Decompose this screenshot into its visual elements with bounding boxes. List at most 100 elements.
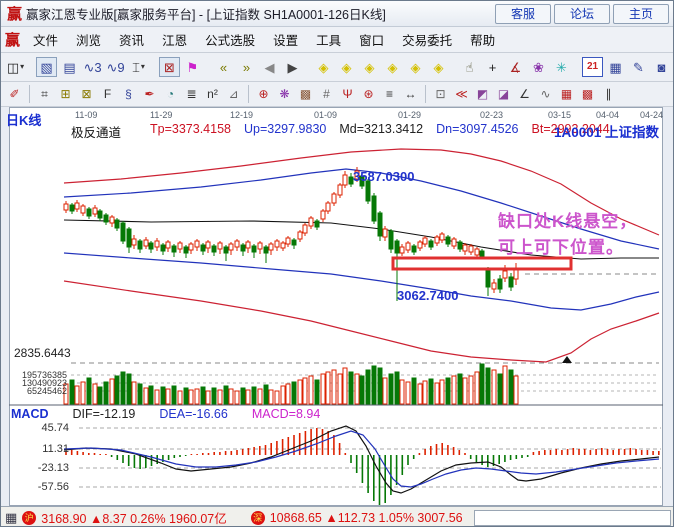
cycle-clock-icon[interactable]: ◔ (161, 85, 180, 103)
parallel-lines-icon[interactable]: ∥ (599, 85, 618, 103)
gann-diamond-star-icon[interactable]: ◈ (405, 57, 426, 77)
home-button[interactable]: 主页 (613, 4, 669, 24)
menu-item-9[interactable]: 帮助 (461, 27, 504, 52)
gann-grid-icon[interactable]: ⌗ (35, 85, 54, 103)
gold-grid-icon[interactable]: ⊞ (56, 85, 75, 103)
gann-diamond-cross-icon[interactable]: ◈ (428, 57, 449, 77)
formula-pick-icon[interactable]: ⊠ (159, 57, 180, 77)
volume-scale-label: 65245462 (5, 386, 67, 396)
gann-diamond-right-icon[interactable]: ◈ (336, 57, 357, 77)
red-grid-icon[interactable]: ▦ (557, 85, 576, 103)
minute-3-icon[interactable]: ∿3 (82, 57, 103, 77)
spiral-icon[interactable]: § (119, 85, 138, 103)
menu-item-8[interactable]: 交易委托 (393, 27, 461, 52)
toolbar-main: ◫▾▧▤∿3∿9⌶▾⊠⚑«»◀▶◈◈◈◈◈◈☝+∡❀✳21▦✎◙ (1, 53, 673, 82)
corner-fan-icon[interactable]: ◩ (473, 85, 492, 103)
date-label: 11-09 (75, 110, 97, 120)
chip-icon[interactable]: ❀ (528, 57, 549, 77)
gold-grid2-icon[interactable]: ⊠ (77, 85, 96, 103)
toolbar-divider (425, 85, 426, 103)
kline-mark-icon[interactable]: # (317, 85, 336, 103)
date-label: 03-15 (548, 110, 571, 120)
macd-header: MACD DIF=-12.19 DEA=-16.66 MACD=8.94 (11, 407, 320, 421)
gann-diamond-x-icon[interactable]: ◈ (382, 57, 403, 77)
target-icon[interactable]: ⊕ (254, 85, 273, 103)
trend-flag-icon[interactable]: ⚑ (182, 57, 203, 77)
annotation-line-1: 缺口处K线悬空， (498, 209, 637, 235)
date-label: 01-09 (314, 110, 337, 120)
last-page-icon[interactable]: » (236, 57, 257, 77)
indicator-name: 极反通道 (71, 122, 121, 141)
shenzhen-badge-icon: 深 (251, 511, 265, 525)
crosshair-icon[interactable]: + (482, 57, 503, 77)
calculator-icon[interactable]: ▦ (605, 57, 626, 77)
pen-icon[interactable]: ✒ (140, 85, 159, 103)
macd-scale-label: -57.56 (5, 481, 69, 493)
calendar-icon[interactable]: 21 (582, 57, 603, 77)
report-icon[interactable]: ▤ (59, 57, 80, 77)
knot-icon[interactable]: ✳ (551, 57, 572, 77)
gann-diamond-hmove-icon[interactable]: ◈ (359, 57, 380, 77)
wave-icon[interactable]: ∿ (536, 85, 555, 103)
notes-icon[interactable]: ✎ (628, 57, 649, 77)
annotation-text: 缺口处K线悬空， 可上可下位置。 (498, 209, 637, 261)
minute-9-icon[interactable]: ∿9 (105, 57, 126, 77)
angle-lines-icon[interactable]: ∠ (515, 85, 534, 103)
menu-bar: 赢 文件浏览资讯江恩公式选股设置工具窗口交易委托帮助 (1, 27, 673, 53)
customer-service-button[interactable]: 客服 (495, 4, 551, 24)
brush-icon[interactable]: ✐ (5, 85, 24, 103)
quote-panel-icon[interactable]: ▦ (5, 510, 17, 526)
prev-icon[interactable]: ◀ (259, 57, 280, 77)
kline-style-icon[interactable]: ◫▾ (5, 57, 26, 77)
ruler-icon[interactable]: ≡ (380, 85, 399, 103)
corner-rays-icon[interactable]: ◪ (494, 85, 513, 103)
toolbar-divider (29, 85, 30, 103)
menu-item-5[interactable]: 设置 (264, 27, 307, 52)
fan-rays-icon[interactable]: ≪ (452, 85, 471, 103)
price-label: 3062.7400 (397, 288, 458, 303)
angle-measure-icon[interactable]: ∡ (505, 57, 526, 77)
win-grid-icon[interactable]: ⊛ (359, 85, 378, 103)
starburst-icon[interactable]: ❋ (275, 85, 294, 103)
angle-mirror-icon[interactable]: ⊿ (224, 85, 243, 103)
candle-icon[interactable]: ⌶▾ (128, 57, 149, 77)
level-label: 2835.6443 (14, 346, 71, 360)
first-page-icon[interactable]: « (213, 57, 234, 77)
forum-button[interactable]: 论坛 (554, 4, 610, 24)
width-measure-icon[interactable]: ↔ (401, 85, 420, 103)
shanghai-badge-icon: 沪 (22, 511, 36, 525)
menu-item-3[interactable]: 江恩 (153, 27, 196, 52)
chart-background (9, 107, 663, 506)
chart-panel[interactable]: 日K线 11-0911-2912-1901-0901-2902-2303-150… (1, 107, 674, 506)
next-icon[interactable]: ▶ (282, 57, 303, 77)
menu-item-0[interactable]: 文件 (24, 27, 67, 52)
red-grid2-icon[interactable]: ▩ (578, 85, 597, 103)
line-grid-icon[interactable]: ≣ (182, 85, 201, 103)
menu-items: 文件浏览资讯江恩公式选股设置工具窗口交易委托帮助 (24, 27, 504, 52)
fib-grid-icon[interactable]: F (98, 85, 117, 103)
status-input[interactable] (474, 510, 671, 526)
status-bar: ▦ 沪 3168.90 ▲8.37 0.26% 1960.07亿 深 10868… (1, 506, 674, 527)
shenzhen-quote[interactable]: 10868.65 ▲112.73 1.05% 3007.56 (270, 511, 463, 525)
market-overview-icon[interactable]: ▧ (36, 57, 57, 77)
save-icon[interactable]: ◙ (651, 57, 672, 77)
shen-grid-icon[interactable]: Ψ (338, 85, 357, 103)
app-window: 赢 赢家江恩专业版[赢家服务平台] - [上证指数 SH1A0001-126日K… (0, 0, 674, 527)
menu-item-6[interactable]: 工具 (307, 27, 350, 52)
menu-item-4[interactable]: 公式选股 (196, 27, 264, 52)
indicator-up: Up=3297.9830 (244, 122, 326, 141)
box-measure-icon[interactable]: ⊡ (431, 85, 450, 103)
hand-icon[interactable]: ☝ (459, 57, 480, 77)
square-n-icon[interactable]: n² (203, 85, 222, 103)
indicator-tp: Tp=3373.4158 (150, 122, 231, 141)
date-label: 11-29 (150, 110, 172, 120)
menu-item-2[interactable]: 资讯 (110, 27, 153, 52)
symbol-label: 1A0001 上证指数 (554, 121, 659, 141)
shanghai-quote[interactable]: 3168.90 ▲8.37 0.26% 1960.07亿 (41, 508, 226, 527)
menu-item-7[interactable]: 窗口 (350, 27, 393, 52)
menu-item-1[interactable]: 浏览 (67, 27, 110, 52)
app-logo-icon: 赢 (7, 3, 22, 24)
web-grid-icon[interactable]: ▩ (296, 85, 315, 103)
gann-diamond-left-icon[interactable]: ◈ (313, 57, 334, 77)
toolbar-divider (248, 85, 249, 103)
